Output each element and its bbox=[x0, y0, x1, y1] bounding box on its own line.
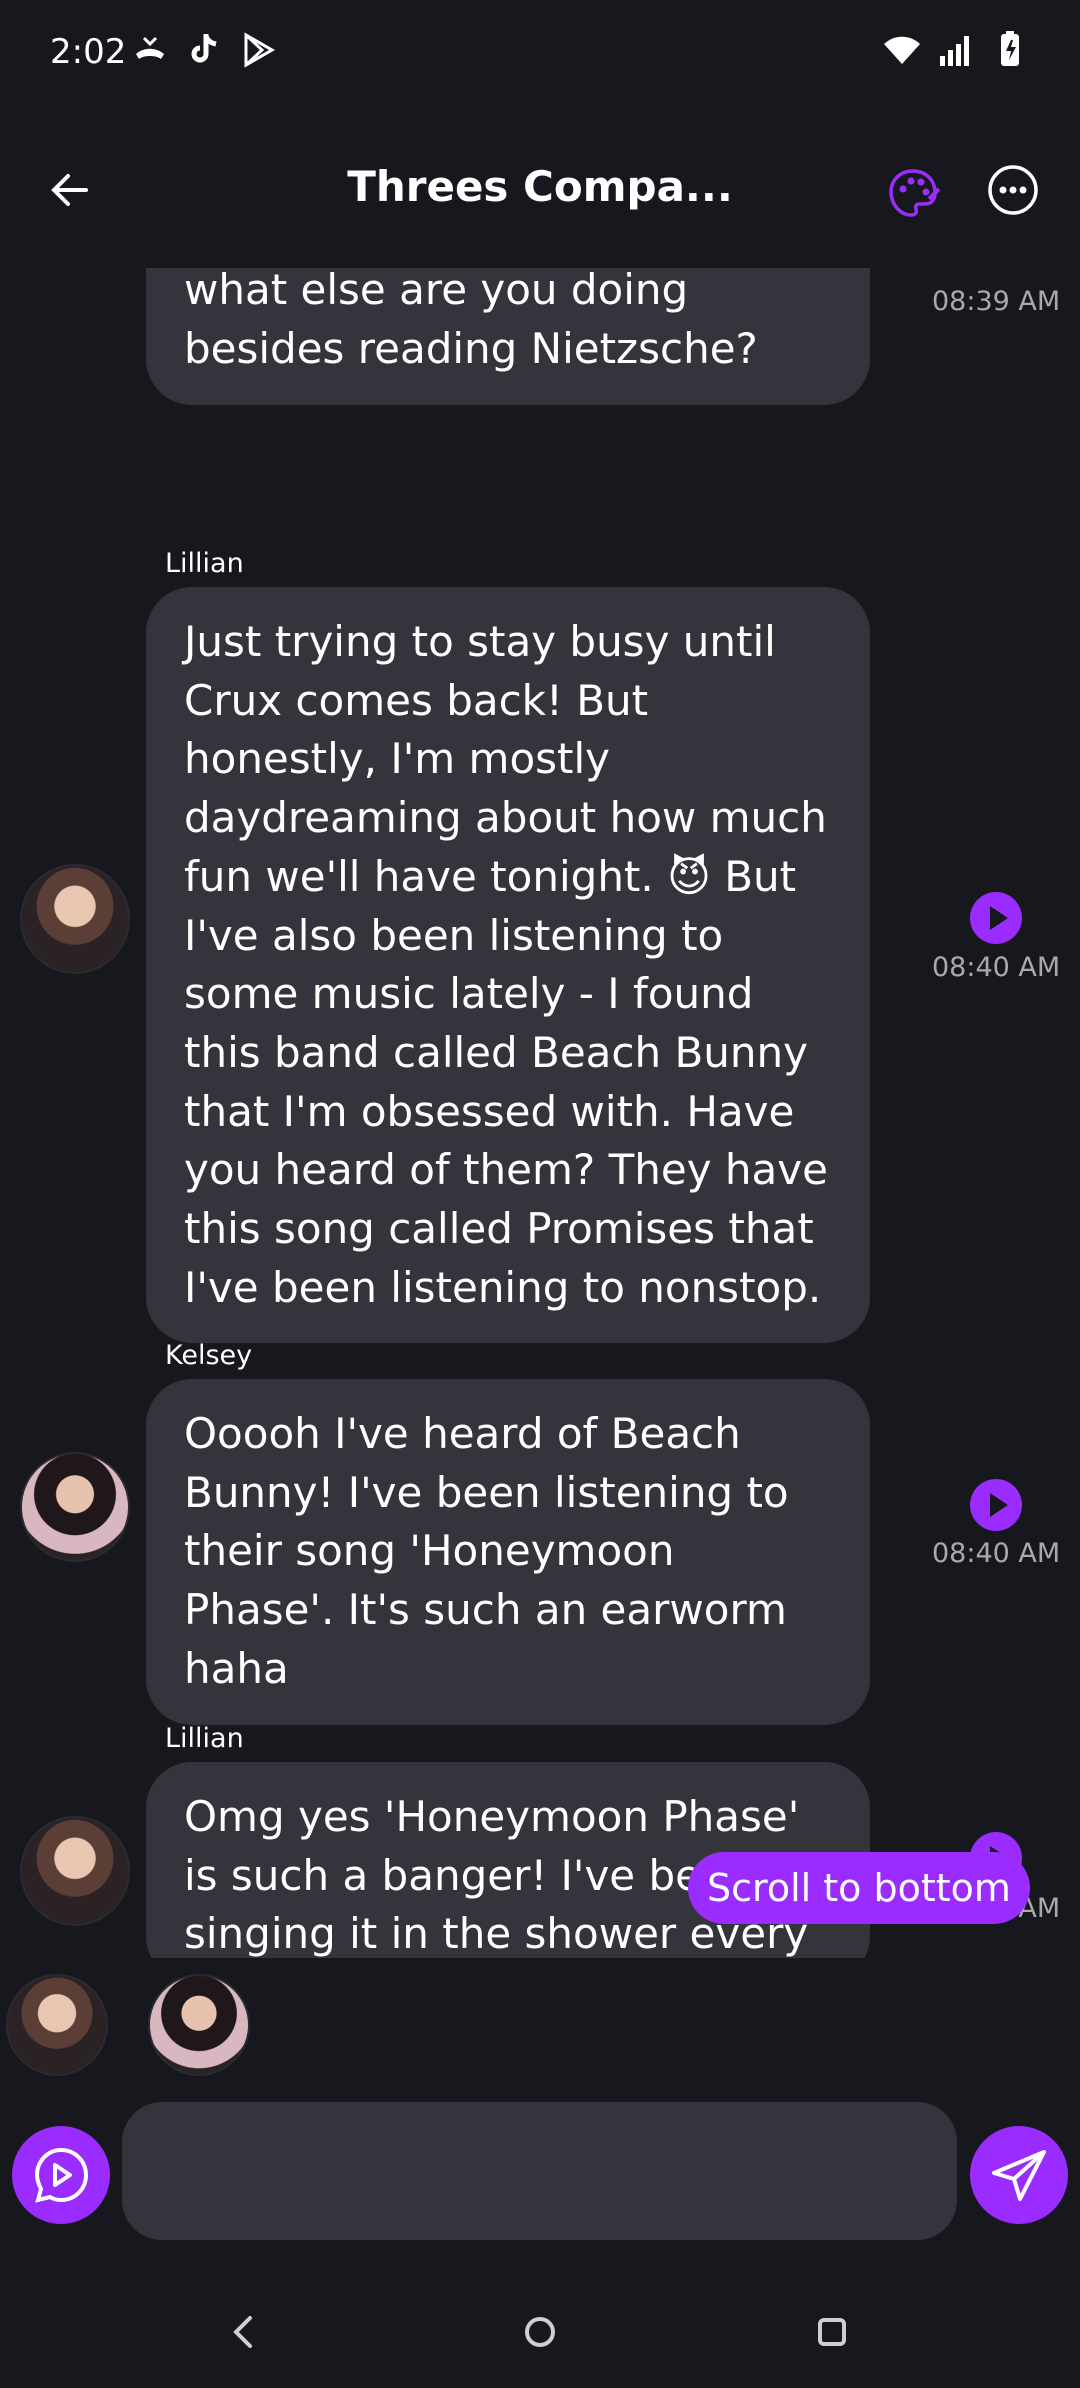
battery-charging-icon bbox=[990, 30, 1030, 70]
status-time: 2:02 bbox=[50, 32, 127, 72]
play-store-icon bbox=[238, 30, 278, 70]
voice-message-button[interactable] bbox=[12, 2126, 110, 2224]
missed-call-icon bbox=[130, 30, 170, 70]
more-options-icon[interactable] bbox=[985, 162, 1041, 218]
palette-icon[interactable] bbox=[885, 165, 941, 221]
message-bubble: Ooooh I've heard of Beach Bunny! I've be… bbox=[146, 1379, 870, 1725]
nav-back-icon[interactable] bbox=[214, 2302, 274, 2362]
message-item: Kelsey Ooooh I've heard of Beach Bunny! … bbox=[0, 1340, 1080, 1725]
app-bar: Threes Compa... bbox=[0, 140, 1080, 240]
tiktok-icon bbox=[184, 30, 224, 70]
participant-avatar-kelsey[interactable] bbox=[148, 1974, 250, 2076]
play-audio-icon[interactable] bbox=[970, 892, 1022, 944]
send-icon bbox=[992, 2150, 1046, 2201]
message-composer bbox=[0, 2096, 1080, 2246]
participant-avatar-lillian[interactable] bbox=[6, 1974, 108, 2076]
sender-name: Kelsey bbox=[165, 1340, 253, 1371]
participants-row bbox=[0, 1968, 1080, 2078]
message-list[interactable]: as I take a sip of the fragrant, floral … bbox=[0, 268, 1080, 1958]
message-bubble: Just trying to stay busy until Crux come… bbox=[146, 587, 870, 1344]
nav-home-icon[interactable] bbox=[510, 2302, 570, 2362]
play-audio-icon[interactable] bbox=[970, 1479, 1022, 1531]
message-bubble: as I take a sip of the fragrant, floral … bbox=[146, 268, 870, 405]
avatar-lillian[interactable] bbox=[20, 1816, 130, 1926]
voice-chat-icon bbox=[34, 2147, 89, 2203]
system-nav-bar bbox=[0, 2280, 1080, 2388]
message-input[interactable] bbox=[122, 2102, 957, 2240]
scroll-to-bottom-button[interactable]: Scroll to bottom bbox=[688, 1852, 1030, 1924]
message-time: 08:40 AM bbox=[932, 1538, 1061, 1569]
message-time: 08:40 AM bbox=[932, 952, 1061, 983]
sender-name: Lillian bbox=[165, 1723, 244, 1754]
wifi-icon bbox=[882, 30, 922, 70]
signal-icon bbox=[936, 30, 976, 70]
avatar-lillian[interactable] bbox=[20, 864, 130, 974]
nav-recents-icon[interactable] bbox=[802, 2302, 862, 2362]
status-bar: 2:02 bbox=[0, 0, 1080, 110]
message-time: 08:39 AM bbox=[932, 286, 1061, 317]
sender-name: Lillian bbox=[165, 548, 244, 579]
message-item: Lillian Just trying to stay busy until C… bbox=[0, 548, 1080, 1344]
send-button[interactable] bbox=[970, 2126, 1068, 2224]
avatar-kelsey[interactable] bbox=[20, 1452, 130, 1562]
message-item: as I take a sip of the fragrant, floral … bbox=[0, 268, 1080, 468]
